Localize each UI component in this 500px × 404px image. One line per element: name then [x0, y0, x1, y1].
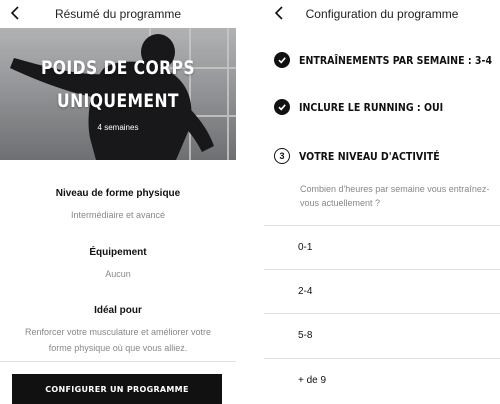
- option-2-4[interactable]: 2-4: [264, 269, 500, 313]
- ideal-for-section: Idéal pour Renforcer votre musculature e…: [0, 305, 236, 356]
- step-label: INCLURE LE RUNNING : OUI: [299, 100, 444, 114]
- step-workouts-per-week[interactable]: ENTRAÎNEMENTS PAR SEMAINE : 3-4: [274, 50, 500, 70]
- program-title: POIDS DE CORPS UNIQUEMENT: [40, 57, 196, 112]
- option-5-8[interactable]: 5-8: [264, 313, 500, 357]
- ideal-for-value: Renforcer votre musculature et améliorer…: [24, 327, 212, 353]
- ideal-for-heading: Idéal pour: [94, 305, 142, 316]
- step-activity-level[interactable]: 3 VOTRE NIVEAU D'ACTIVITÉ: [274, 146, 463, 166]
- fitness-level-heading: Niveau de forme physique: [55, 188, 181, 199]
- top-bar: Résumé du programme: [0, 0, 236, 28]
- step-number-badge: 3: [274, 148, 290, 164]
- program-duration: 4 semaines: [97, 123, 139, 132]
- top-bar: Configuration du programme: [264, 0, 500, 28]
- step-label: VOTRE NIVEAU D'ACTIVITÉ: [299, 149, 440, 163]
- program-hero-image: POIDS DE CORPS UNIQUEMENT 4 semaines: [0, 28, 236, 160]
- check-icon: [274, 52, 290, 68]
- page-title: Résumé du programme: [54, 7, 182, 21]
- program-summary-screen: Résumé du programme POIDS DE CORPS UNIQU…: [0, 0, 236, 404]
- page-title: Configuration du programme: [305, 7, 459, 21]
- option-0-1[interactable]: 0-1: [264, 225, 500, 269]
- step-label: ENTRAÎNEMENTS PAR SEMAINE : 3-4: [299, 53, 493, 67]
- option-9-plus[interactable]: + de 9: [264, 358, 500, 402]
- step-include-running[interactable]: INCLURE LE RUNNING : OUI: [274, 97, 467, 117]
- equipment-section: Équipement Aucun: [0, 247, 236, 282]
- check-icon: [274, 99, 290, 115]
- equipment-heading: Équipement: [89, 247, 147, 258]
- equipment-value: Aucun: [105, 269, 131, 279]
- activity-question: Combien d'heures par semaine vous entraî…: [300, 184, 490, 208]
- configure-program-button[interactable]: CONFIGURER UN PROGRAMME: [12, 374, 222, 404]
- divider: [0, 361, 236, 362]
- fitness-level-value: Intermédiaire et avancé: [70, 210, 166, 220]
- program-configuration-screen: Configuration du programme ENTRAÎNEMENTS…: [264, 0, 500, 404]
- fitness-level-section: Niveau de forme physique Intermédiaire e…: [0, 188, 236, 223]
